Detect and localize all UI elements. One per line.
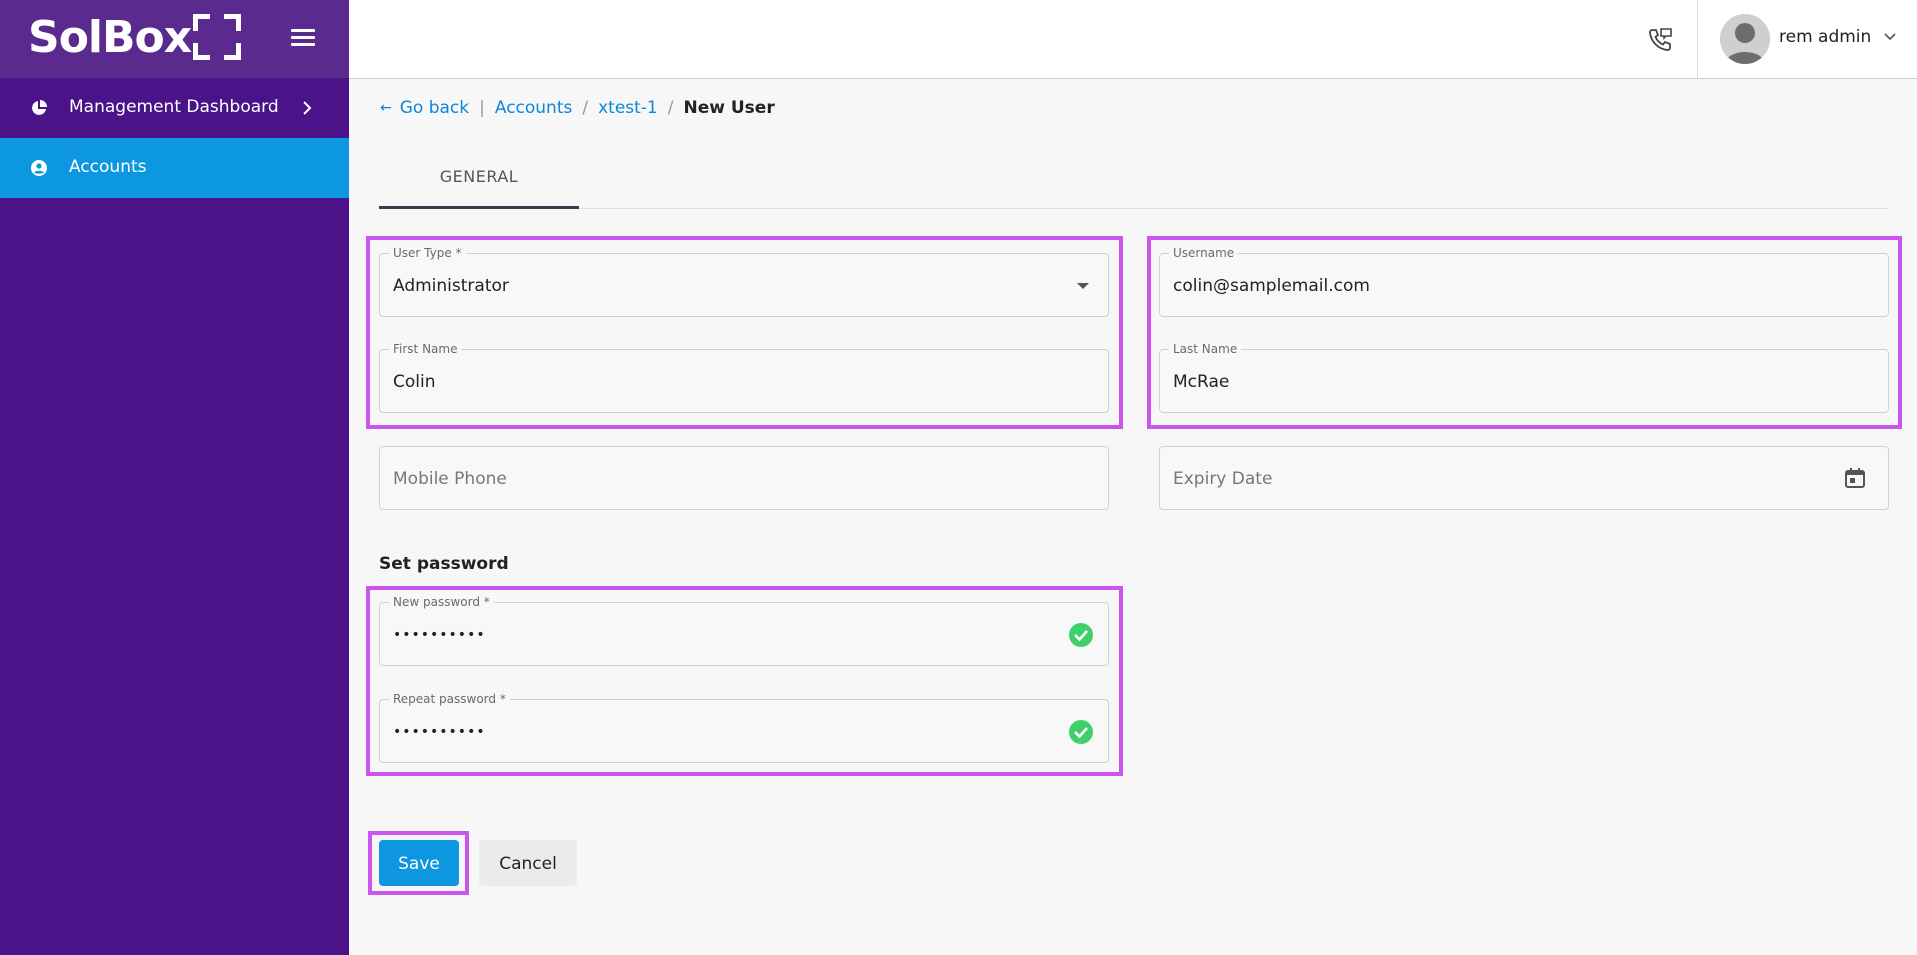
username-field[interactable]: Username colin@samplemail.com xyxy=(1159,246,1889,317)
field-label: First Name xyxy=(389,342,462,356)
cancel-button[interactable]: Cancel xyxy=(479,840,577,886)
field-label: Last Name xyxy=(1169,342,1242,356)
dropdown-arrow-icon[interactable] xyxy=(1077,283,1089,289)
tab-bar: GENERAL xyxy=(379,150,1889,209)
header-divider xyxy=(1697,0,1698,78)
field-label: New password * xyxy=(389,595,494,609)
field-value: McRae xyxy=(1173,372,1230,392)
sidebar-item-label: Management Dashboard xyxy=(69,97,279,117)
logo-bracket-icon xyxy=(193,14,242,62)
check-circle-icon xyxy=(1069,720,1093,744)
breadcrumb: ← Go back | Accounts / xtest-1 / New Use… xyxy=(380,98,775,118)
field-value: colin@samplemail.com xyxy=(1173,276,1370,296)
chevron-down-icon[interactable] xyxy=(1884,33,1896,41)
go-back-link[interactable]: Go back xyxy=(400,98,469,118)
last-name-field[interactable]: Last Name McRae xyxy=(1159,342,1889,413)
mobile-phone-field[interactable] xyxy=(379,446,1109,510)
field-value: •••••••••• xyxy=(393,724,486,740)
breadcrumb-separator: | xyxy=(479,98,485,118)
field-value: Administrator xyxy=(393,276,509,296)
save-button[interactable]: Save xyxy=(379,840,459,886)
chevron-right-icon xyxy=(303,101,312,115)
calendar-icon[interactable] xyxy=(1844,467,1866,489)
first-name-field[interactable]: First Name Colin xyxy=(379,342,1109,413)
sidebar: SolBox Management Dashboard Accounts xyxy=(0,0,349,955)
sidebar-item-management-dashboard[interactable]: Management Dashboard xyxy=(0,78,349,138)
field-label: Repeat password * xyxy=(389,692,510,706)
breadcrumb-current: New User xyxy=(683,98,775,118)
expiry-date-input[interactable] xyxy=(1173,469,1756,489)
breadcrumb-account-link[interactable]: xtest-1 xyxy=(598,98,658,118)
expiry-date-field[interactable] xyxy=(1159,446,1889,510)
solbox-logo[interactable]: SolBox xyxy=(28,12,242,63)
account-circle-icon xyxy=(31,160,47,176)
phone-forward-icon[interactable] xyxy=(1647,27,1673,53)
brand-bar: SolBox xyxy=(0,0,349,78)
set-password-heading: Set password xyxy=(379,554,509,574)
field-value: •••••••••• xyxy=(393,627,486,643)
user-name[interactable]: rem admin xyxy=(1779,27,1871,47)
hamburger-menu-icon[interactable] xyxy=(291,29,315,49)
repeat-password-field[interactable]: Repeat password * •••••••••• xyxy=(379,692,1109,763)
field-value: Colin xyxy=(393,372,436,392)
sidebar-item-accounts[interactable]: Accounts xyxy=(0,138,349,198)
breadcrumb-separator: / xyxy=(582,98,589,118)
top-header: rem admin xyxy=(349,0,1917,79)
logo-text: SolBox xyxy=(28,12,192,63)
avatar[interactable] xyxy=(1720,14,1770,64)
user-type-select[interactable]: User Type * Administrator xyxy=(379,246,1109,317)
sidebar-item-label: Accounts xyxy=(69,157,147,177)
pie-chart-icon xyxy=(32,100,47,115)
new-password-field[interactable]: New password * •••••••••• xyxy=(379,595,1109,666)
mobile-phone-input[interactable] xyxy=(393,469,976,489)
field-label: User Type * xyxy=(389,246,466,260)
breadcrumb-accounts-link[interactable]: Accounts xyxy=(495,98,573,118)
user-silhouette-icon xyxy=(1720,14,1770,64)
breadcrumb-separator: / xyxy=(667,98,674,118)
back-arrow-icon[interactable]: ← xyxy=(380,100,392,116)
check-circle-icon xyxy=(1069,623,1093,647)
field-label: Username xyxy=(1169,246,1239,260)
tab-general[interactable]: GENERAL xyxy=(379,150,579,209)
